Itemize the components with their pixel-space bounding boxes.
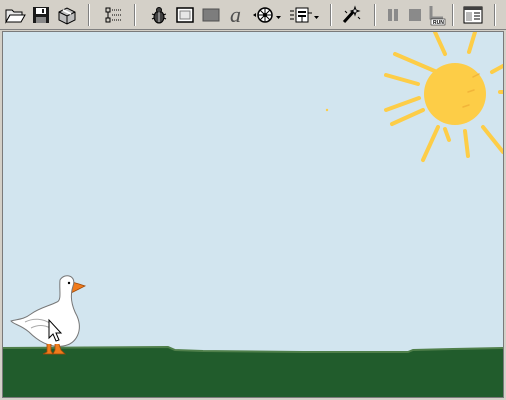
stage[interactable] bbox=[2, 31, 504, 398]
bug-icon bbox=[151, 7, 167, 24]
toolbar-separator bbox=[374, 4, 376, 26]
toolbar-separator bbox=[134, 4, 136, 26]
stop-icon bbox=[409, 9, 421, 21]
save-button[interactable] bbox=[30, 4, 52, 26]
toolbar-separator bbox=[330, 4, 332, 26]
print-dropdown-button[interactable] bbox=[288, 4, 322, 26]
rectangle-tool-icon bbox=[202, 8, 220, 22]
object-tree-button[interactable] bbox=[102, 4, 124, 26]
window-layout-button[interactable] bbox=[462, 4, 484, 26]
pause-button[interactable] bbox=[382, 4, 404, 26]
run-icon: RUN bbox=[429, 6, 446, 26]
magic-wand-button[interactable] bbox=[340, 4, 362, 26]
run-button[interactable]: RUN bbox=[426, 4, 448, 26]
wheel-dropdown-icon bbox=[253, 7, 281, 23]
package-icon bbox=[58, 7, 76, 25]
toolbar: a RUN bbox=[0, 0, 506, 30]
svg-text:a: a bbox=[230, 4, 241, 26]
wheel-dropdown-button[interactable] bbox=[252, 4, 282, 26]
frame-tool-button[interactable] bbox=[174, 4, 196, 26]
window-layout-icon bbox=[463, 6, 483, 24]
bug-button[interactable] bbox=[148, 4, 170, 26]
toolbar-separator bbox=[88, 4, 90, 26]
open-folder-button[interactable] bbox=[4, 4, 26, 26]
pause-icon bbox=[388, 9, 398, 21]
sun-icon[interactable] bbox=[325, 32, 503, 162]
text-tool-icon: a bbox=[230, 4, 241, 26]
save-disk-icon bbox=[33, 7, 49, 23]
toolbar-separator bbox=[494, 4, 496, 26]
rectangle-tool-button[interactable] bbox=[200, 4, 222, 26]
stop-button[interactable] bbox=[404, 4, 426, 26]
run-label: RUN bbox=[433, 20, 444, 26]
magic-wand-icon bbox=[342, 5, 361, 24]
package-button[interactable] bbox=[56, 4, 78, 26]
object-tree-icon bbox=[105, 7, 121, 23]
print-dropdown-icon bbox=[290, 7, 319, 23]
goose-sprite[interactable] bbox=[10, 275, 87, 355]
stage-scene bbox=[3, 32, 503, 397]
toolbar-separator bbox=[452, 4, 454, 26]
ground bbox=[3, 347, 503, 397]
frame-tool-icon bbox=[176, 7, 194, 23]
open-folder-icon bbox=[5, 9, 26, 24]
text-tool-button[interactable]: a bbox=[226, 4, 248, 26]
